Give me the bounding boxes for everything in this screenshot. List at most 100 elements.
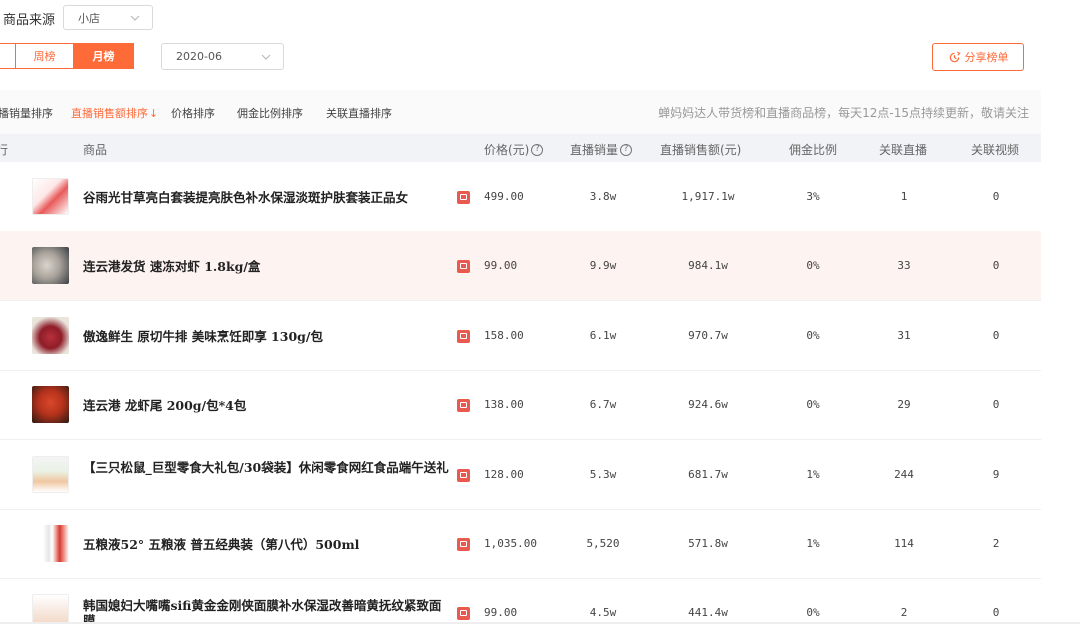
commission-cell: 0% [806,329,820,342]
shop-icon[interactable] [457,191,470,204]
related-videos-cell: 0 [992,190,1000,203]
product-thumbnail[interactable] [32,456,69,493]
live-sales-cell: 3.8w [589,190,617,203]
related-lives-cell: 244 [894,468,914,481]
header-rank: 行 [0,143,9,157]
related-lives-cell: 31 [897,329,911,342]
product-name[interactable]: 五粮液52° 五粮液 普五经典装（第八代）500ml [83,537,453,552]
live-sales-cell: 6.7w [589,398,617,411]
table-row[interactable]: 傲逸鲜生 原切牛排 美味烹饪即享 130g/包 158.00 6.1w 970.… [0,301,1041,371]
tab-month[interactable]: 月榜 [73,43,134,69]
product-thumbnail[interactable] [32,178,69,215]
live-gmv-cell: 1,917.1w [681,190,735,203]
related-lives-cell: 33 [897,259,911,272]
related-lives-cell: 29 [897,398,911,411]
sort-commission[interactable]: 佣金比例排序 [237,105,303,121]
live-gmv-cell: 970.7w [688,329,728,342]
related-videos-cell: 0 [992,329,1000,342]
source-label: 商品来源 [3,13,56,28]
table-header: 行 商品 价格(元)? 直播销量? 直播销售额(元) 佣金比例 关联直播 关联视… [0,134,1041,162]
header-related-lives: 关联直播 [879,143,928,157]
live-sales-cell: 9.9w [589,259,617,272]
related-videos-cell: 0 [992,398,1000,411]
help-icon[interactable]: ? [531,143,544,156]
live-gmv-cell: 681.7w [688,468,728,481]
commission-cell: 0% [806,398,820,411]
shop-icon[interactable] [457,607,470,620]
tab-day[interactable] [0,43,15,69]
source-select[interactable]: 小店 [63,5,153,30]
table-row[interactable]: 谷雨光甘草亮白套装提亮肤色补水保湿淡斑护肤套装正品女 499.00 3.8w 1… [0,162,1041,232]
live-gmv-cell: 924.6w [688,398,728,411]
related-videos-cell: 9 [992,468,1000,481]
share-ranking-button[interactable]: 分享榜单 [932,43,1024,71]
live-sales-cell: 4.5w [589,606,617,619]
product-thumbnail[interactable] [32,386,69,423]
share-button-label: 分享榜单 [964,51,1009,64]
price-cell: 99.00 [484,606,518,619]
live-gmv-cell: 571.8w [688,537,728,550]
commission-cell: 1% [806,468,820,481]
related-lives-cell: 1 [900,190,908,203]
product-thumbnail[interactable] [32,594,69,624]
product-name[interactable]: 傲逸鲜生 原切牛排 美味烹饪即享 130g/包 [83,329,453,344]
tab-week-label: 周榜 [33,50,56,63]
related-videos-cell: 0 [992,259,1000,272]
shop-icon[interactable] [457,260,470,273]
product-thumbnail[interactable] [32,247,69,284]
sort-bar: 播销量排序 直播销售额排序↓ 价格排序 佣金比例排序 关联直播排序 蝉妈妈达人带… [0,90,1041,134]
sort-live-gmv[interactable]: 直播销售额排序↓ [71,105,158,121]
sort-related-lives[interactable]: 关联直播排序 [326,105,392,121]
price-cell: 128.00 [484,468,524,481]
sort-price[interactable]: 价格排序 [171,105,215,121]
chevron-down-icon [261,54,271,60]
date-select[interactable]: 2020-06 [161,43,284,70]
live-sales-cell: 6.1w [589,329,617,342]
sort-desc-icon: ↓ [149,107,159,120]
update-notice: 蝉妈妈达人带货榜和直播商品榜，每天12点-15点持续更新，敬请关注 [658,106,1029,120]
table-row[interactable]: 连云港发货 速冻对虾 1.8kg/盒 99.00 9.9w 984.1w 0% … [0,231,1041,301]
commission-cell: 0% [806,259,820,272]
shop-icon[interactable] [457,399,470,412]
product-name[interactable]: 韩国媳妇大嘴嘴sifi黄金金刚侠面膜补水保湿改善暗黄抚纹紧致面膜 [83,598,453,624]
live-gmv-cell: 441.4w [688,606,728,619]
product-thumbnail[interactable] [32,525,69,562]
related-videos-cell: 0 [992,606,1000,619]
price-cell: 499.00 [484,190,524,203]
header-price: 价格(元)? [484,141,544,158]
shop-icon[interactable] [457,330,470,343]
related-lives-cell: 2 [900,606,908,619]
product-name[interactable]: 连云港发货 速冻对虾 1.8kg/盒 [83,259,453,274]
live-sales-cell: 5,520 [586,537,620,550]
product-thumbnail[interactable] [32,317,69,354]
date-select-value: 2020-06 [176,50,222,63]
tab-month-label: 月榜 [92,50,115,63]
price-cell: 138.00 [484,398,524,411]
table-row[interactable]: 五粮液52° 五粮液 普五经典装（第八代）500ml 1,035.00 5,52… [0,509,1041,579]
share-icon [949,50,961,62]
product-name[interactable]: 【三只松鼠_巨型零食大礼包/30袋装】休闲零食网红食品端午送礼 [83,460,453,475]
shop-icon[interactable] [457,538,470,551]
source-select-value: 小店 [78,11,100,25]
product-name[interactable]: 连云港 龙虾尾 200g/包*4包 [83,398,453,413]
related-lives-cell: 114 [894,537,914,550]
sort-live-sales[interactable]: 播销量排序 [0,105,53,121]
table-row[interactable]: 【三只松鼠_巨型零食大礼包/30袋装】休闲零食网红食品端午送礼 128.00 5… [0,440,1041,510]
header-live-gmv: 直播销售额(元) [660,143,742,157]
product-name[interactable]: 谷雨光甘草亮白套装提亮肤色补水保湿淡斑护肤套装正品女 [83,190,453,205]
live-sales-cell: 5.3w [589,468,617,481]
sort-live-gmv-label: 直播销售额排序 [71,107,148,120]
table-row[interactable]: 韩国媳妇大嘴嘴sifi黄金金刚侠面膜补水保湿改善暗黄抚纹紧致面膜 99.00 4… [0,578,1041,624]
header-product: 商品 [83,143,108,157]
header-commission: 佣金比例 [789,143,838,157]
price-cell: 158.00 [484,329,524,342]
commission-cell: 3% [806,190,820,203]
commission-cell: 1% [806,537,820,550]
shop-icon[interactable] [457,469,470,482]
tab-week[interactable]: 周榜 [15,43,74,69]
help-icon[interactable]: ? [620,143,633,156]
price-cell: 1,035.00 [484,537,537,550]
related-videos-cell: 2 [992,537,1000,550]
chevron-down-icon [130,15,140,21]
table-row[interactable]: 连云港 龙虾尾 200g/包*4包 138.00 6.7w 924.6w 0% … [0,370,1041,440]
